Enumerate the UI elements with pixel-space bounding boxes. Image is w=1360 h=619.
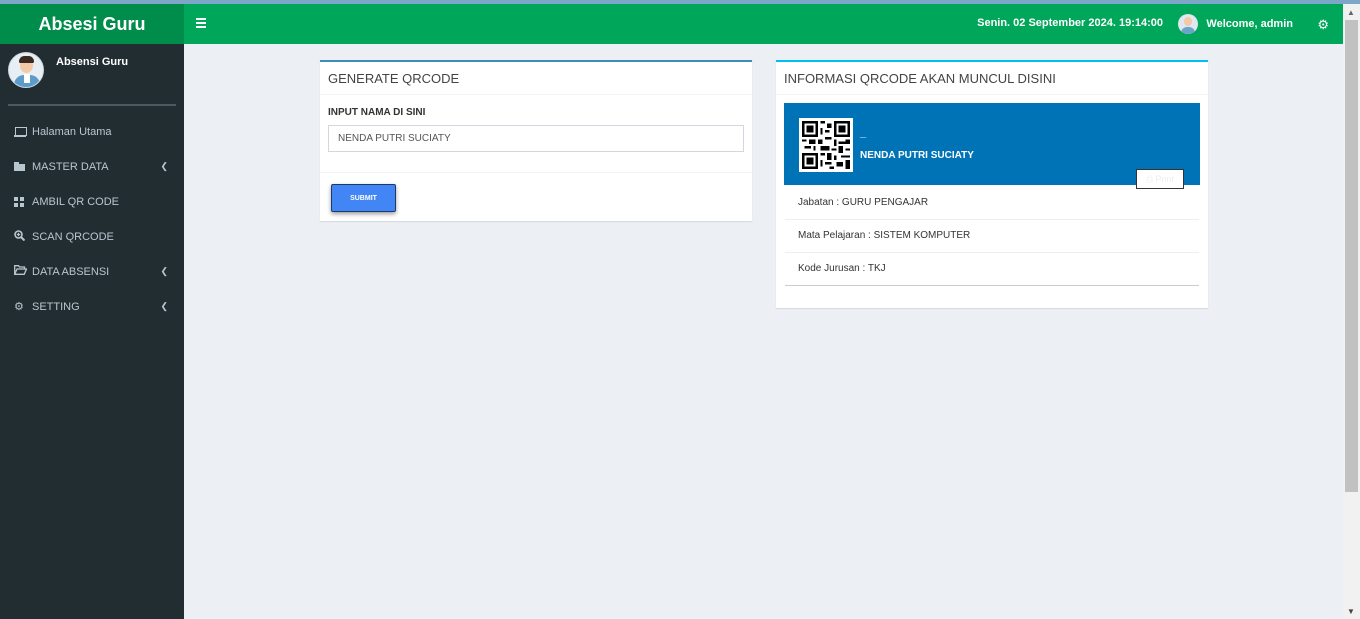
sidebar-toggle-icon[interactable] <box>196 16 206 30</box>
user-avatar-icon <box>1178 14 1199 34</box>
qr-card-dash: _ <box>860 127 867 139</box>
print-icon: ⎙ <box>1146 173 1154 184</box>
scrollbar-thumb[interactable] <box>1345 20 1358 492</box>
current-datetime: Senin. 02 September 2024. 19:14:00 <box>977 17 1163 29</box>
gears-icon: ⚙ <box>14 301 24 313</box>
top-navbar: Senin. 02 September 2024. 19:14:00 Welco… <box>184 4 1360 44</box>
name-input[interactable] <box>328 125 744 152</box>
welcome-text: Welcome, admin <box>1206 18 1293 30</box>
sidebar-item-label: SCAN QRCODE <box>32 230 114 243</box>
sidebar-item-master-data[interactable]: MASTER DATA ❮ <box>0 149 184 184</box>
info-row-jabatan: Jabatan : GURU PENGAJAR <box>785 187 1199 220</box>
avatar <box>8 52 44 88</box>
sidebar-item-label: AMBIL QR CODE <box>32 195 119 208</box>
qr-code-image <box>799 118 853 172</box>
chevron-left-icon: ❮ <box>160 266 168 276</box>
sidebar-item-ambil-qr-code[interactable]: AMBIL QR CODE <box>0 184 184 219</box>
qr-card-name: NENDA PUTRI SUCIATY <box>860 150 974 161</box>
name-input-label: INPUT NAMA DI SINI <box>328 107 426 118</box>
qr-card: _ NENDA PUTRI SUCIATY ⎙ Print <box>784 103 1200 189</box>
sidebar: Absensi Guru Halaman Utama MASTER DATA ❮… <box>0 44 184 619</box>
laptop-icon <box>14 126 27 137</box>
sidebar-divider <box>8 104 176 106</box>
qr-grid-icon <box>14 196 24 207</box>
search-plus-icon <box>14 229 32 244</box>
user-panel: Absensi Guru <box>0 44 184 104</box>
info-row-kode-jurusan: Kode Jurusan : TKJ <box>785 253 1199 286</box>
sidebar-item-label: SETTING <box>32 300 80 313</box>
folder-open-icon <box>13 265 32 278</box>
page-scrollbar[interactable]: ▲ ▼ <box>1343 4 1360 619</box>
app-logo[interactable]: Absesi Guru <box>0 4 184 44</box>
folder-icon <box>14 162 26 171</box>
sidebar-item-halaman-utama[interactable]: Halaman Utama <box>0 114 184 149</box>
submit-button[interactable]: SUBMIT <box>331 184 396 212</box>
scroll-up-arrow-icon[interactable]: ▲ <box>1347 8 1355 17</box>
user-menu[interactable]: Welcome, admin <box>1178 14 1293 34</box>
chevron-left-icon: ❮ <box>160 161 168 171</box>
info-box-title: INFORMASI QRCODE AKAN MUNCUL DISINI <box>776 62 1208 95</box>
sidebar-item-label: DATA ABSENSI <box>32 265 110 278</box>
chevron-left-icon: ❮ <box>160 301 168 311</box>
sidebar-item-label: MASTER DATA <box>32 160 109 173</box>
settings-gears-icon[interactable]: ⚙ <box>1317 17 1329 33</box>
sidebar-item-scan-qrcode[interactable]: SCAN QRCODE <box>0 219 184 254</box>
sidebar-item-label: Halaman Utama <box>32 125 112 138</box>
info-list: Jabatan : GURU PENGAJAR Mata Pelajaran :… <box>785 187 1199 286</box>
sidebar-item-setting[interactable]: ⚙ SETTING ❮ <box>0 289 184 324</box>
print-label: Print <box>1155 174 1174 184</box>
generate-box-title: GENERATE QRCODE <box>320 62 752 95</box>
qrcode-info-box: INFORMASI QRCODE AKAN MUNCUL DISINI _ NE… <box>776 60 1208 308</box>
info-row-mata-pelajaran: Mata Pelajaran : SISTEM KOMPUTER <box>785 220 1199 253</box>
generate-qrcode-box: GENERATE QRCODE INPUT NAMA DI SINI SUBMI… <box>320 60 752 221</box>
scroll-down-arrow-icon[interactable]: ▼ <box>1347 607 1355 616</box>
box-footer-divider <box>320 172 752 173</box>
sidebar-menu: Halaman Utama MASTER DATA ❮ AMBIL QR COD… <box>0 114 184 324</box>
sidebar-user-name: Absensi Guru <box>56 56 129 68</box>
sidebar-item-data-absensi[interactable]: DATA ABSENSI ❮ <box>0 254 184 289</box>
print-button[interactable]: ⎙ Print <box>1136 169 1184 189</box>
